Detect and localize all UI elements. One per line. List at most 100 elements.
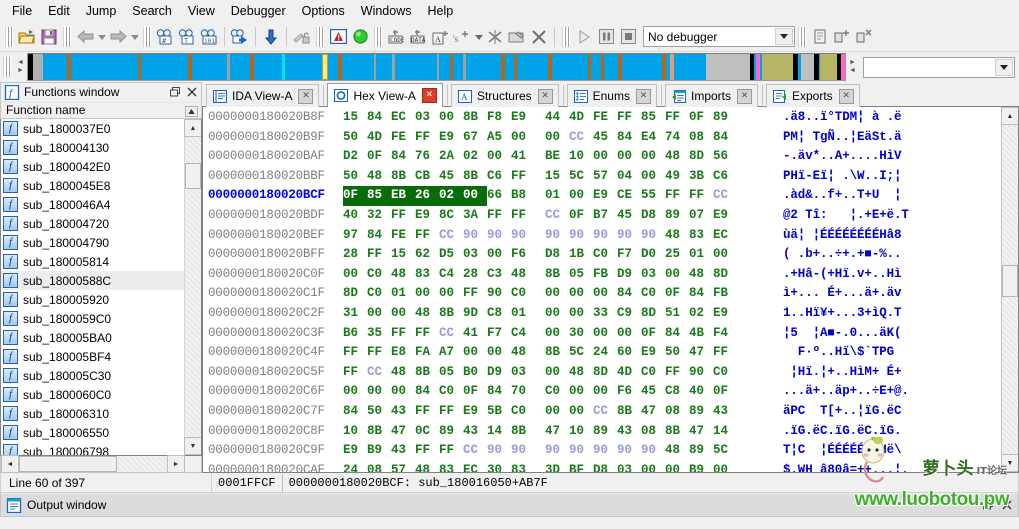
hex-byte[interactable]: 00 [665, 265, 689, 285]
hex-row[interactable]: 0000000180020C3F B6 35 FF FF CC 41 F7 C4 00 30 00 00… [203, 324, 1001, 344]
hex-byte[interactable]: 8D [641, 304, 665, 324]
hex-byte[interactable]: 05 [439, 363, 463, 383]
open-file-icon[interactable] [16, 26, 38, 48]
menu-item-debugger[interactable]: Debugger [223, 1, 294, 21]
hex-byte[interactable]: 48 [665, 147, 689, 167]
hex-byte[interactable]: C9 [617, 304, 641, 324]
hex-byte[interactable]: 0F [689, 108, 713, 128]
hex-byte[interactable]: FF [511, 206, 535, 226]
hex-byte[interactable]: 00 [713, 461, 737, 472]
nav-left-arrow-icon[interactable]: ◄ [849, 67, 856, 75]
chevron-down-icon[interactable] [775, 28, 793, 45]
hex-byte[interactable]: 00 [391, 304, 415, 324]
hex-byte[interactable]: D2 [343, 147, 367, 167]
hex-byte[interactable]: 24 [343, 461, 367, 472]
hex-byte[interactable]: 45 [641, 382, 665, 402]
hex-byte[interactable]: E9 [439, 128, 463, 148]
hex-byte[interactable]: FF [665, 108, 689, 128]
hex-byte[interactable]: 48 [511, 265, 535, 285]
hex-byte[interactable]: 15 [545, 167, 569, 187]
search-binary-icon[interactable]: 101 [198, 26, 220, 48]
hex-byte[interactable]: F6 [617, 382, 641, 402]
hex-byte[interactable]: FF [713, 343, 737, 363]
function-list-item[interactable]: f sub_180006798 [1, 442, 184, 455]
hex-byte[interactable]: 02 [463, 147, 487, 167]
menu-item-options[interactable]: Options [294, 1, 353, 21]
hex-byte[interactable]: CC [439, 226, 463, 246]
hex-byte[interactable]: 84 [415, 382, 439, 402]
make-ascii-icon[interactable]: A [429, 26, 451, 48]
tab-close-icon[interactable]: ✕ [635, 88, 651, 104]
hex-byte[interactable]: CC [545, 206, 569, 226]
tab-hex-view-a[interactable]: Hex View-A ✕ [327, 83, 443, 107]
hex-byte[interactable]: 00 [343, 382, 367, 402]
delete-breakpoint-icon[interactable] [853, 26, 875, 48]
hex-byte[interactable]: 90 [511, 226, 535, 246]
hex-byte[interactable]: A7 [439, 343, 463, 363]
menu-item-jump[interactable]: Jump [78, 1, 125, 21]
hex-byte[interactable]: 90 [545, 441, 569, 461]
hex-byte[interactable]: 03 [415, 108, 439, 128]
hex-byte[interactable]: 90 [617, 441, 641, 461]
hex-byte[interactable]: 3B [689, 167, 713, 187]
function-list-item[interactable]: f sub_1800059C0 [1, 309, 184, 328]
hex-byte[interactable]: 32 [367, 206, 391, 226]
hex-byte[interactable]: 83 [511, 461, 535, 472]
hex-byte[interactable]: C0 [593, 245, 617, 265]
menu-item-search[interactable]: Search [124, 1, 180, 21]
hex-byte[interactable]: EC [713, 226, 737, 246]
hex-byte[interactable]: 00 [641, 461, 665, 472]
function-list-item[interactable]: f sub_180005C30 [1, 366, 184, 385]
hex-byte[interactable]: 00 [641, 147, 665, 167]
hex-byte[interactable]: 33 [593, 304, 617, 324]
hex-byte[interactable]: FF [665, 363, 689, 383]
hex-byte[interactable]: 05 [569, 265, 593, 285]
hex-byte[interactable]: 5C [569, 343, 593, 363]
hex-byte[interactable]: 2A [439, 147, 463, 167]
function-list-item[interactable]: f sub_180006310 [1, 404, 184, 423]
hex-byte[interactable]: 5C [569, 167, 593, 187]
hex-byte[interactable]: B9 [689, 461, 713, 472]
navigator-strip[interactable] [27, 53, 846, 81]
debugger-select[interactable]: No debugger [643, 26, 795, 47]
hex-byte[interactable]: 00 [593, 382, 617, 402]
hex-row[interactable]: 0000000180020CAF 24 08 57 48 83 EC 30 83 3D BF D8 03… [203, 461, 1001, 472]
hex-byte[interactable]: 8B [463, 167, 487, 187]
hex-byte[interactable]: C8 [487, 304, 511, 324]
hex-byte[interactable]: FF [415, 402, 439, 422]
hex-byte[interactable]: 70 [511, 382, 535, 402]
hex-byte[interactable]: 83 [415, 265, 439, 285]
hex-byte[interactable]: 84 [665, 324, 689, 344]
hex-byte[interactable]: E9 [343, 441, 367, 461]
tab-close-icon[interactable]: ✕ [537, 88, 553, 104]
hex-byte[interactable]: 48 [689, 265, 713, 285]
function-list-item[interactable]: f sub_180006550 [1, 423, 184, 442]
hex-row[interactable]: 0000000180020C6F 00 00 00 84 C0 0F 84 70 C0 00 00 F6… [203, 382, 1001, 402]
hex-byte[interactable]: D0 [641, 245, 665, 265]
tab-exports[interactable]: Exports ✕ [766, 84, 860, 107]
hex-byte[interactable]: 60 [617, 343, 641, 363]
back-arrow-icon[interactable] [74, 26, 96, 48]
hex-byte[interactable]: FF [391, 324, 415, 344]
hex-byte[interactable]: 00 [665, 461, 689, 472]
hex-byte[interactable]: C6 [487, 167, 511, 187]
hex-byte[interactable]: 25 [665, 245, 689, 265]
hex-scroll-thumb[interactable] [1002, 265, 1018, 297]
hex-byte[interactable]: 30 [569, 324, 593, 344]
hex-byte[interactable]: 48 [391, 363, 415, 383]
toolbar-grip-2[interactable] [63, 26, 71, 47]
hex-byte[interactable]: 8B [439, 304, 463, 324]
toolbar-grip-4[interactable] [316, 26, 324, 47]
hex-byte[interactable]: 00 [367, 382, 391, 402]
hex-byte[interactable]: 8D [713, 265, 737, 285]
hex-byte[interactable]: FF [511, 167, 535, 187]
hex-byte[interactable]: 02 [439, 186, 463, 206]
navigator-left-arrows[interactable]: ◄ ► [14, 54, 27, 80]
hex-byte[interactable]: C0 [545, 382, 569, 402]
hex-vertical-scrollbar[interactable]: ▲ ▼ [1001, 107, 1018, 472]
hex-byte[interactable]: 15 [391, 245, 415, 265]
hex-byte[interactable]: FF [367, 245, 391, 265]
tab-ida-view-a[interactable]: IDA View-A ✕ [206, 84, 320, 107]
scroll-up-button[interactable]: ▲ [184, 119, 201, 138]
hex-byte[interactable]: E9 [641, 343, 665, 363]
